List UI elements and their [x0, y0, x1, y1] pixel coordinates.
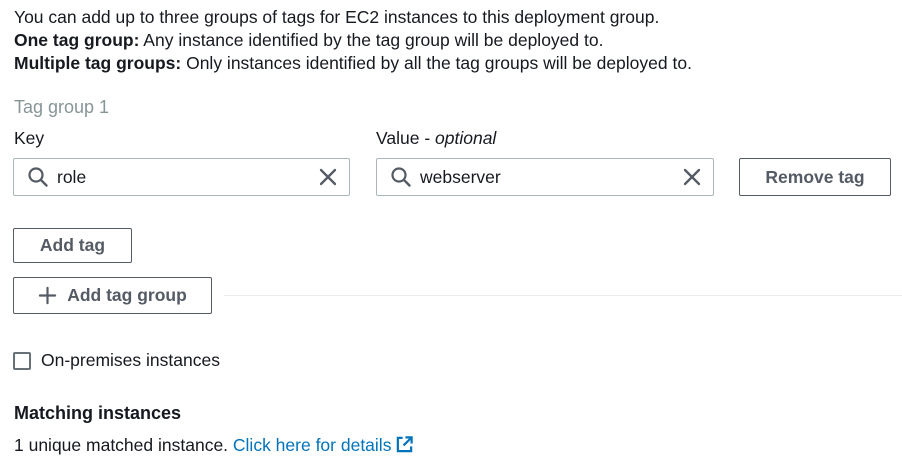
value-label-optional: optional [435, 128, 497, 148]
intro-line-2-rest: Any instance identified by the tag group… [139, 30, 604, 50]
on-premises-label[interactable]: On-premises instances [41, 350, 220, 371]
add-tag-button[interactable]: Add tag [13, 228, 132, 263]
intro-line-2-bold: One tag group: [14, 30, 140, 50]
matching-instances-title: Matching instances [14, 403, 182, 423]
value-label: Value - optional [376, 128, 496, 149]
section-divider [224, 295, 902, 296]
close-icon[interactable] [317, 166, 339, 188]
search-icon [391, 167, 411, 187]
add-tag-group-button[interactable]: Add tag group [13, 277, 212, 314]
key-input-value: role [57, 166, 87, 187]
intro-line-3-bold: Multiple tag groups: [14, 53, 182, 73]
add-tag-group-label: Add tag group [67, 285, 187, 305]
details-link[interactable]: Click here for details [233, 435, 392, 455]
plus-icon [39, 286, 57, 305]
value-input-value: webserver [420, 166, 501, 187]
intro-line-3-rest: Only instances identified by all the tag… [181, 53, 692, 73]
remove-tag-button[interactable]: Remove tag [739, 158, 891, 196]
key-input[interactable]: role [13, 158, 350, 196]
value-input[interactable]: webserver [376, 158, 714, 196]
matching-instances-text: 1 unique matched instance. Click here fo… [14, 435, 414, 456]
intro-line-2: One tag group: Any instance identified b… [14, 29, 692, 52]
on-premises-checkbox[interactable] [13, 352, 31, 370]
value-label-text: Value - [376, 128, 436, 148]
intro-line-1: You can add up to three groups of tags f… [14, 7, 660, 27]
intro-line-3: Multiple tag groups: Only instances iden… [14, 52, 692, 75]
key-label: Key [14, 128, 45, 148]
external-link-icon[interactable] [395, 435, 414, 454]
tag-group-label: Tag group 1 [14, 97, 110, 117]
close-icon[interactable] [681, 166, 703, 188]
intro-text: You can add up to three groups of tags f… [14, 6, 692, 75]
search-icon [28, 167, 48, 187]
matching-count-text: 1 unique matched instance. [14, 435, 233, 455]
